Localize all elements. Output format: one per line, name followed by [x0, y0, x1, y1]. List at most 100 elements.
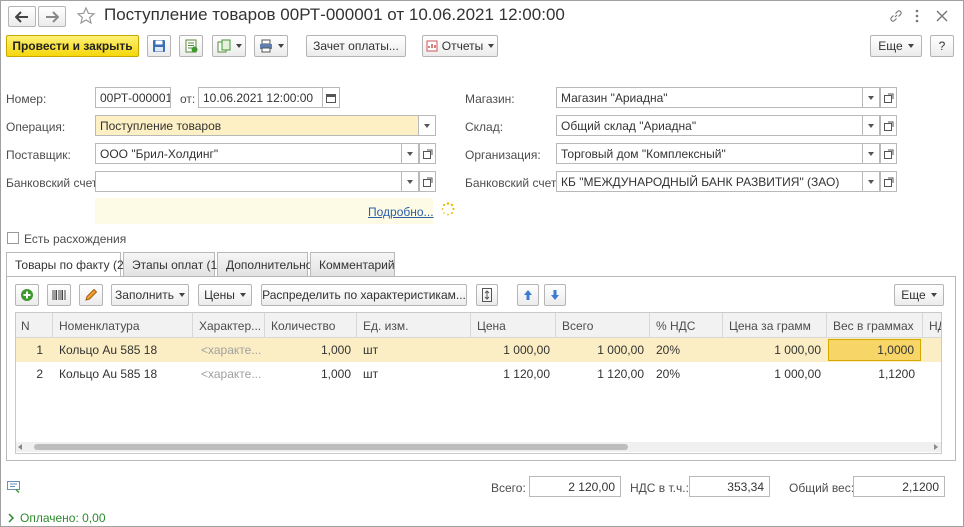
print-button[interactable] [254, 35, 288, 57]
paid-label: Оплачено: 0,00 [20, 511, 106, 525]
org-bank-account-dropdown[interactable] [862, 171, 880, 192]
reports-button[interactable]: Отчеты [422, 35, 498, 57]
column-header-characteristic[interactable]: Характер... [193, 313, 265, 338]
chevron-down-icon [868, 179, 874, 184]
fill-button[interactable]: Заполнить [111, 284, 189, 306]
resize-rows-button[interactable] [476, 284, 498, 306]
back-button[interactable] [8, 6, 36, 27]
supplier-open-button[interactable] [419, 143, 436, 164]
cell-price[interactable]: 1 000,00 [471, 338, 556, 362]
warehouse-dropdown[interactable] [862, 115, 880, 136]
column-header-weight[interactable]: Вес в граммах [827, 313, 923, 338]
warehouse-open-button[interactable] [880, 115, 897, 136]
help-button[interactable]: ? [930, 35, 954, 57]
cell-characteristic[interactable]: <характе... [195, 338, 265, 362]
cell-unit[interactable]: шт [357, 362, 471, 386]
org-bank-account-open-button[interactable] [880, 171, 897, 192]
bank-account-label: Банковский счет: [6, 176, 101, 190]
horizontal-scrollbar[interactable] [16, 442, 941, 452]
cell-vat[interactable]: 20% [650, 338, 723, 362]
barcode-button[interactable] [47, 284, 71, 306]
forward-button[interactable] [38, 6, 66, 27]
table-row[interactable]: 2 Кольцо Au 585 18 <характе... 1,000 шт … [15, 362, 942, 386]
link-icon[interactable] [888, 8, 904, 24]
column-header-price[interactable]: Цена [471, 313, 556, 338]
column-header-total[interactable]: Всего [556, 313, 650, 338]
cell-unit[interactable]: шт [357, 338, 471, 362]
cell-item[interactable]: Кольцо Au 585 18 [53, 362, 193, 386]
table-more-label: Еще [901, 288, 926, 302]
info-icon[interactable] [7, 481, 21, 494]
operation-dropdown[interactable] [418, 115, 436, 136]
warehouse-field[interactable]: Общий склад "Ариадна" [556, 115, 863, 136]
column-header-vat[interactable]: % НДС [650, 313, 723, 338]
more-vertical-icon[interactable] [910, 8, 924, 24]
cell-total[interactable]: 1 120,00 [556, 362, 650, 386]
cell-quantity[interactable]: 1,000 [265, 362, 357, 386]
bank-account-dropdown[interactable] [401, 171, 419, 192]
store-open-button[interactable] [880, 87, 897, 108]
edit-button[interactable] [79, 284, 103, 306]
operation-field[interactable]: Поступление товаров [95, 115, 419, 136]
post-button[interactable] [179, 35, 203, 57]
column-header-item[interactable]: Номенклатура [53, 313, 193, 338]
number-field[interactable]: 00РТ-000001 [95, 87, 171, 108]
cell-weight[interactable]: 1,0000 [828, 339, 921, 361]
organization-dropdown[interactable] [862, 143, 880, 164]
store-dropdown[interactable] [862, 87, 880, 108]
column-header-quantity[interactable]: Количество [265, 313, 357, 338]
payment-offset-button[interactable]: Зачет оплаты... [306, 35, 406, 57]
open-window-icon [422, 177, 432, 187]
table-more-button[interactable]: Еще [894, 284, 944, 306]
supplier-dropdown[interactable] [401, 143, 419, 164]
move-down-button[interactable] [544, 284, 566, 306]
discrepancy-checkbox[interactable] [7, 232, 19, 244]
scroll-right-arrow-icon[interactable] [934, 444, 938, 450]
star-icon[interactable] [75, 5, 97, 27]
tab-goods[interactable]: Товары по факту (2) [6, 252, 128, 277]
more-actions-button[interactable]: Еще [870, 35, 922, 57]
store-field[interactable]: Магазин "Ариадна" [556, 87, 863, 108]
details-link[interactable]: Подробно... [368, 205, 434, 219]
cell-price-per-gram[interactable]: 1 000,00 [723, 362, 827, 386]
organization-open-button[interactable] [880, 143, 897, 164]
scroll-left-arrow-icon[interactable] [18, 444, 22, 450]
cell-characteristic[interactable]: <характе... [195, 362, 265, 386]
cell-item[interactable]: Кольцо Au 585 18 [53, 338, 193, 362]
org-bank-account-field[interactable]: КБ "МЕЖДУНАРОДНЫЙ БАНК РАЗВИТИЯ" (ЗАО) [556, 171, 863, 192]
column-header-unit[interactable]: Ед. изм. [357, 313, 471, 338]
column-header-n[interactable]: N [15, 313, 53, 338]
date-field[interactable]: 10.06.2021 12:00:00 [198, 87, 323, 108]
vat-total-label: НДС в т.ч.: [630, 481, 689, 495]
bank-account-open-button[interactable] [419, 171, 436, 192]
tab-additional[interactable]: Дополнительно [217, 252, 312, 276]
operation-label: Операция: [6, 120, 66, 134]
close-icon[interactable] [934, 8, 950, 24]
distribute-button[interactable]: Распределить по характеристикам... [261, 284, 467, 306]
tab-payment-stages[interactable]: Этапы оплат (1) [123, 252, 221, 276]
cell-vat[interactable]: 20% [650, 362, 723, 386]
cell-price-per-gram[interactable]: 1 000,00 [723, 338, 827, 362]
supplier-field[interactable]: ООО "Брил-Холдинг" [95, 143, 402, 164]
cell-weight[interactable]: 1,1200 [828, 362, 921, 386]
prices-button[interactable]: Цены [198, 284, 252, 306]
tab-comment[interactable]: Комментарий [310, 252, 395, 276]
cell-quantity[interactable]: 1,000 [265, 338, 357, 362]
column-header-vat-amount[interactable]: НД [923, 313, 942, 338]
column-header-price-per-gram[interactable]: Цена за грамм [723, 313, 827, 338]
save-button[interactable] [147, 35, 171, 57]
bank-account-field[interactable] [95, 171, 402, 192]
table-row[interactable]: 1 Кольцо Au 585 18 <характе... 1,000 шт … [15, 338, 942, 362]
scrollbar-thumb[interactable] [34, 444, 628, 450]
move-up-button[interactable] [517, 284, 539, 306]
fill-label: Заполнить [115, 288, 174, 302]
organization-field[interactable]: Торговый дом "Комплексный" [556, 143, 863, 164]
printer-icon [259, 39, 272, 53]
paid-expander[interactable]: Оплачено: 0,00 [7, 511, 106, 525]
create-based-on-button[interactable] [212, 35, 246, 57]
cell-price[interactable]: 1 120,00 [471, 362, 556, 386]
add-row-button[interactable] [15, 284, 39, 306]
post-and-close-button[interactable]: Провести и закрыть [6, 35, 139, 57]
calendar-button[interactable] [322, 87, 340, 108]
cell-total[interactable]: 1 000,00 [556, 338, 650, 362]
